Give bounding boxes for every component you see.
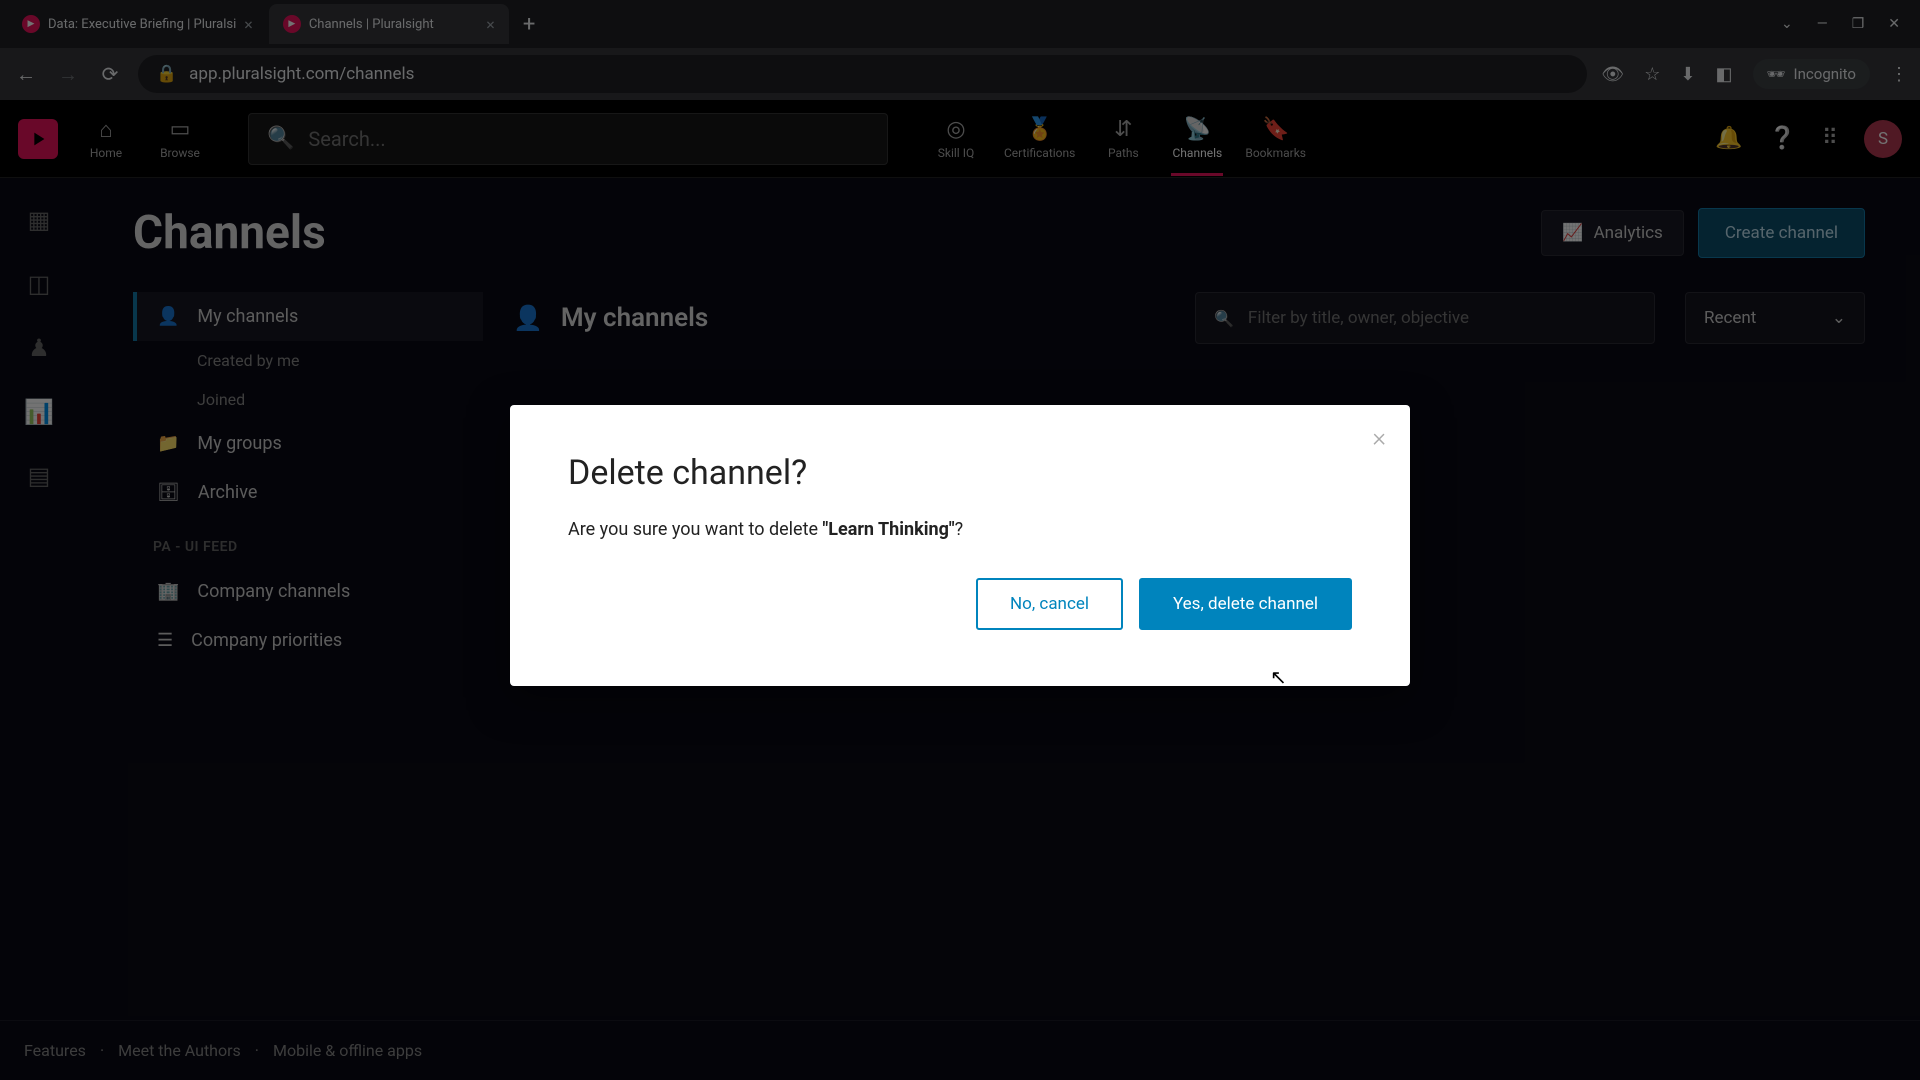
dialog-message: Are you sure you want to delete "Learn T…: [568, 519, 1352, 540]
cancel-button[interactable]: No, cancel: [976, 578, 1123, 630]
close-icon[interactable]: ×: [1372, 423, 1386, 453]
delete-channel-dialog: × Delete channel? Are you sure you want …: [510, 405, 1410, 686]
confirm-delete-button[interactable]: Yes, delete channel: [1139, 578, 1352, 630]
dialog-title: Delete channel?: [568, 453, 1352, 493]
